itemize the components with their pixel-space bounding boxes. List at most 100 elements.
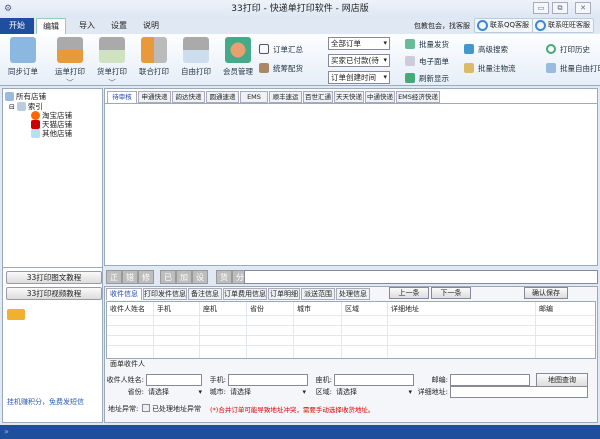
e-waybill-button[interactable]: 电子面单 bbox=[405, 54, 449, 68]
mobile-input[interactable] bbox=[228, 374, 308, 386]
clipboard-icon bbox=[259, 44, 269, 54]
contact-wangwang-button[interactable]: 联系旺旺客服 bbox=[532, 18, 594, 33]
printer-truck-icon bbox=[57, 37, 83, 63]
advanced-search-button[interactable]: 高级搜索 bbox=[464, 42, 508, 56]
payment-status-select[interactable]: 买家已付款(待 bbox=[328, 54, 390, 67]
table-row[interactable] bbox=[107, 345, 595, 346]
action-button[interactable]: 修 bbox=[138, 270, 154, 284]
action-button[interactable]: 正 bbox=[106, 270, 122, 284]
abnormal-label: 地址异常: bbox=[108, 405, 139, 413]
table-row[interactable] bbox=[107, 335, 595, 336]
next-button[interactable]: 下一条 bbox=[431, 287, 471, 299]
earn-points-link[interactable]: 挂机赚积分，免费发短信 bbox=[7, 397, 84, 407]
folder-icon bbox=[16, 102, 26, 111]
detail-tab[interactable]: 订单明细 bbox=[268, 288, 300, 300]
courier-tab[interactable]: 百世汇通 bbox=[303, 91, 333, 103]
label: 批量注物流 bbox=[478, 63, 516, 73]
courier-tab[interactable]: 韵达快递 bbox=[172, 91, 205, 103]
action-button[interactable]: 已 bbox=[160, 270, 176, 284]
shop-icon bbox=[31, 129, 40, 138]
abnormal-checkbox[interactable] bbox=[142, 404, 150, 412]
zip-label: 邮编: bbox=[431, 376, 448, 384]
action-button[interactable]: 设 bbox=[192, 270, 208, 284]
order-summary-button[interactable]: 订单汇总 bbox=[259, 42, 303, 56]
courier-tab[interactable]: 申通快递 bbox=[138, 91, 171, 103]
maximize-button[interactable]: ⧉ bbox=[552, 2, 568, 14]
detail-tab[interactable]: 收件信息 bbox=[106, 288, 142, 300]
courier-tab[interactable]: 中通快递 bbox=[365, 91, 395, 103]
detail-tab[interactable]: 处理信息 bbox=[336, 288, 370, 300]
quick-input[interactable] bbox=[244, 270, 598, 284]
print-history-button[interactable]: 打印历史 bbox=[546, 42, 590, 56]
combined-print-icon bbox=[141, 37, 167, 63]
tab-settings[interactable]: 设置 bbox=[104, 18, 134, 34]
folder-icon bbox=[5, 92, 14, 101]
expand-icon[interactable]: » bbox=[4, 427, 9, 436]
action-button[interactable]: 货 bbox=[216, 270, 232, 284]
contact-qq-button[interactable]: 联系QQ客服 bbox=[474, 18, 534, 33]
address-input[interactable] bbox=[450, 386, 588, 398]
table-row[interactable] bbox=[107, 315, 595, 316]
batch-free-print-button[interactable]: 批量自由打印 bbox=[546, 61, 600, 75]
detail-tab[interactable]: 订单费用信息 bbox=[223, 288, 267, 300]
city-select[interactable]: 请选择 bbox=[228, 386, 308, 398]
minimize-button[interactable]: ▭ bbox=[533, 2, 549, 14]
tab-start[interactable]: 开始 bbox=[0, 18, 34, 34]
tab-help[interactable]: 说明 bbox=[136, 18, 166, 34]
ship-icon bbox=[405, 39, 415, 49]
detail-tab[interactable]: 派送范围 bbox=[301, 288, 335, 300]
label: 联合打印 bbox=[139, 67, 169, 76]
courier-tab[interactable]: 圆通速递 bbox=[206, 91, 239, 103]
recipient-table: 收件人姓名 手机 座机 省份 城市 区域 详细地址 邮编 bbox=[106, 301, 596, 359]
table-row[interactable] bbox=[107, 325, 595, 326]
map-query-button[interactable]: 地图查询 bbox=[536, 373, 588, 387]
courier-tab[interactable]: 天天快递 bbox=[334, 91, 364, 103]
members-icon bbox=[225, 37, 251, 63]
action-button[interactable]: 错 bbox=[122, 270, 138, 284]
batch-logistics-note-button[interactable]: 批量注物流 bbox=[464, 61, 516, 75]
courier-tab[interactable]: EMS经济快递 bbox=[396, 91, 440, 103]
tab-edit[interactable]: 编辑 bbox=[36, 18, 66, 34]
courier-tab[interactable]: 待审核 bbox=[107, 91, 137, 103]
label: 运单打印 bbox=[55, 67, 85, 76]
close-button[interactable]: ✕ bbox=[575, 2, 591, 14]
address-label: 详细地址: bbox=[417, 388, 448, 396]
refresh-button[interactable]: 刷新显示 bbox=[405, 71, 449, 85]
sync-orders-button[interactable]: 同步订单 bbox=[6, 37, 40, 77]
zip-input[interactable] bbox=[450, 374, 530, 386]
phone-input[interactable] bbox=[334, 374, 414, 386]
abnormal-checkbox-label[interactable]: 已处理地址异常 bbox=[152, 404, 201, 414]
title-bar: ⚙ 33打印 - 快递单打印软件 - 网店版 ▭ ⧉ ✕ bbox=[0, 0, 600, 18]
name-label: 收件人姓名: bbox=[106, 376, 144, 384]
courier-tab[interactable]: 顺丰速运 bbox=[269, 91, 302, 103]
courier-tab[interactable]: EMS bbox=[240, 91, 268, 103]
sort-by-select[interactable]: 订单创建时间 bbox=[328, 71, 390, 84]
free-print-button[interactable]: 自由打印 bbox=[178, 37, 214, 77]
detail-tab[interactable]: 打印发件信息 bbox=[143, 288, 187, 300]
batch-ship-button[interactable]: 批量发货 bbox=[405, 37, 449, 51]
column-header: 省份 bbox=[250, 305, 264, 313]
waybill-print-button[interactable]: 运单打印 ﹀ bbox=[52, 37, 88, 88]
sms-icon[interactable] bbox=[7, 309, 25, 320]
district-select[interactable]: 请选择 bbox=[334, 386, 414, 398]
tab-import[interactable]: 导入 bbox=[72, 18, 102, 34]
recipient-name-input[interactable] bbox=[146, 374, 202, 386]
allocate-goods-button[interactable]: 统筹配货 bbox=[259, 61, 303, 75]
mobile-label: 手机: bbox=[209, 376, 226, 384]
prev-button[interactable]: 上一条 bbox=[389, 287, 429, 299]
confirm-save-button[interactable]: 确认保存 bbox=[524, 287, 568, 299]
combined-print-button[interactable]: 联合打印 bbox=[136, 37, 172, 77]
invoice-print-button[interactable]: 货单打印 ﹀ bbox=[94, 37, 130, 88]
tutorial-video-button[interactable]: 33打印视频教程 bbox=[6, 287, 102, 300]
province-select[interactable]: 请选择 bbox=[146, 386, 204, 398]
tree-shop-other[interactable]: 其他店铺 bbox=[31, 128, 72, 139]
member-manage-button[interactable]: 会员管理 bbox=[220, 37, 256, 77]
refresh-icon bbox=[405, 73, 415, 83]
tutorial-text-button[interactable]: 33打印图文教程 bbox=[6, 271, 102, 284]
column-header: 手机 bbox=[157, 305, 171, 313]
label: 货单打印 bbox=[97, 67, 127, 76]
order-filter-select[interactable]: 全部订单 bbox=[328, 37, 390, 50]
action-button[interactable]: 加 bbox=[176, 270, 192, 284]
detail-tab[interactable]: 备注信息 bbox=[188, 288, 222, 300]
column-header: 收件人姓名 bbox=[110, 305, 145, 313]
